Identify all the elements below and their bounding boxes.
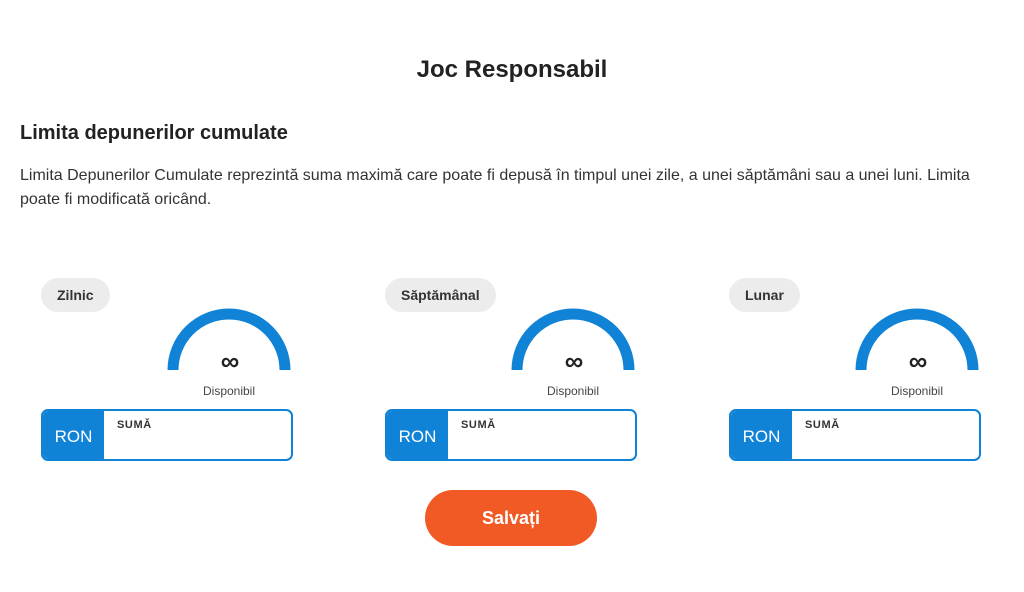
amount-field-monthly[interactable]: RON SUMĂ <box>729 409 981 461</box>
currency-tag: RON <box>731 411 792 459</box>
currency-tag: RON <box>387 411 448 459</box>
infinity-icon: ∞ <box>220 346 240 376</box>
currency-tag: RON <box>43 411 104 459</box>
period-badge-weekly: Săptămânal <box>385 278 496 312</box>
period-badge-daily: Zilnic <box>41 278 110 312</box>
amount-label: SUMĂ <box>461 419 496 431</box>
section-title: Limita depunerilor cumulate <box>20 122 288 144</box>
page-title: Joc Responsabil <box>416 56 608 83</box>
amount-label: SUMĂ <box>805 419 840 431</box>
save-button[interactable]: Salvați <box>425 490 597 546</box>
gauge-status-label: Disponibil <box>202 384 256 398</box>
amount-input-monthly[interactable] <box>803 433 973 453</box>
gauge-status-label: Disponibil <box>546 384 600 398</box>
amount-input-weekly[interactable] <box>459 433 629 453</box>
amount-field-weekly[interactable]: RON SUMĂ <box>385 409 637 461</box>
period-badge-monthly: Lunar <box>729 278 800 312</box>
amount-input-daily[interactable] <box>115 433 285 453</box>
gauge-status-label: Disponibil <box>890 384 944 398</box>
limit-card-weekly: Săptămânal ∞ Disponibil RON SUMĂ <box>385 276 637 466</box>
limit-card-monthly: Lunar ∞ Disponibil RON SUMĂ <box>729 276 981 466</box>
limit-card-daily: Zilnic ∞ Disponibil RON SUMĂ <box>41 276 293 466</box>
section-description: Limita Depunerilor Cumulate reprezintă s… <box>20 167 970 208</box>
amount-field-daily[interactable]: RON SUMĂ <box>41 409 293 461</box>
amount-label: SUMĂ <box>117 419 152 431</box>
infinity-icon: ∞ <box>564 346 584 376</box>
infinity-icon: ∞ <box>908 346 928 376</box>
